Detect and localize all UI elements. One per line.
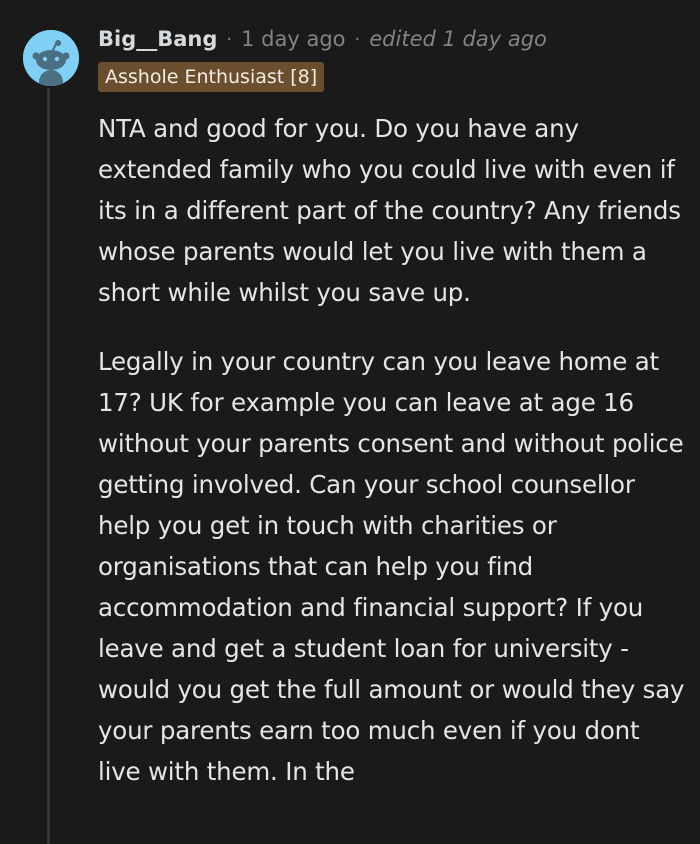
- comment-header: Big__Bang · 1 day ago · edited 1 day ago: [98, 22, 547, 56]
- comment-body: NTA and good for you. Do you have any ex…: [98, 108, 688, 792]
- user-flair-badge: Asshole Enthusiast [8]: [98, 62, 325, 92]
- timestamp[interactable]: 1 day ago: [241, 27, 345, 51]
- username-link[interactable]: Big__Bang: [98, 27, 217, 51]
- separator-dot: ·: [226, 28, 233, 50]
- thread-collapse-line[interactable]: [47, 88, 50, 844]
- edited-label: edited 1 day ago: [369, 27, 547, 51]
- comment: Big__Bang · 1 day ago · edited 1 day ago…: [0, 0, 700, 844]
- reddit-snoo-avatar-icon: [23, 30, 79, 86]
- comment-paragraph: Legally in your country can you leave ho…: [98, 347, 685, 786]
- comment-paragraph: NTA and good for you. Do you have any ex…: [98, 114, 681, 307]
- avatar[interactable]: [23, 30, 79, 86]
- separator-dot: ·: [354, 28, 361, 50]
